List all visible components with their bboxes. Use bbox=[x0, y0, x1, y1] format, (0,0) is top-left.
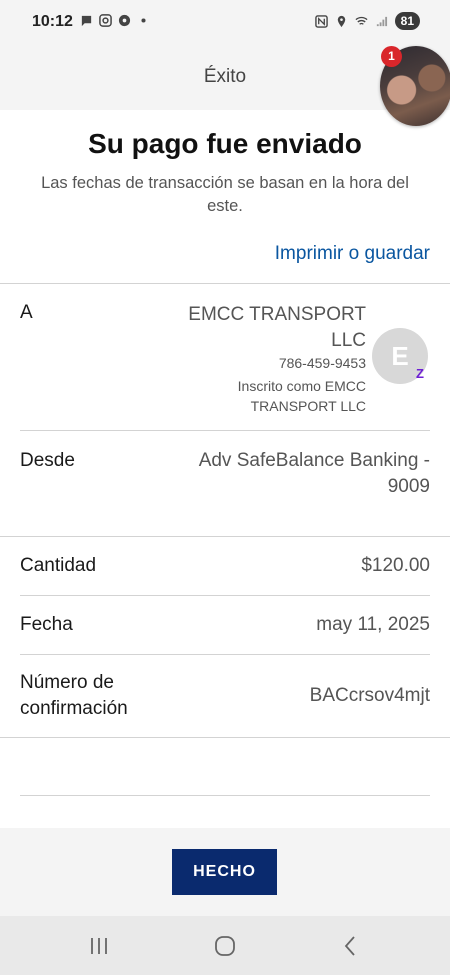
amount-value: $120.00 bbox=[361, 555, 430, 576]
success-title: Su pago fue enviado bbox=[88, 128, 362, 159]
divider bbox=[20, 430, 430, 431]
wifi-icon bbox=[355, 16, 368, 25]
recipient-name: EMCC TRANSPORT LLC bbox=[188, 304, 366, 351]
instagram-icon bbox=[99, 14, 112, 27]
notification-badge: 1 bbox=[381, 46, 402, 67]
confirmation-label: Número de confirmación bbox=[20, 672, 128, 719]
divider bbox=[0, 283, 450, 284]
back-icon[interactable] bbox=[339, 934, 363, 958]
dot-icon bbox=[141, 18, 146, 23]
soccer-ball-icon bbox=[118, 14, 131, 27]
date-value: may 11, 2025 bbox=[316, 614, 430, 635]
divider bbox=[20, 654, 430, 655]
recipient-label: A bbox=[20, 302, 33, 323]
divider bbox=[0, 737, 450, 738]
status-bar: 10:12 81 bbox=[0, 0, 450, 44]
location-icon bbox=[337, 15, 345, 27]
from-label: Desde bbox=[20, 450, 75, 471]
zelle-icon: Z bbox=[416, 366, 424, 381]
status-notification-icons bbox=[80, 14, 150, 27]
recent-apps-icon[interactable] bbox=[87, 934, 111, 958]
confirmation-number: BACcrsov4mjt bbox=[309, 685, 430, 706]
date-label: Fecha bbox=[20, 614, 73, 635]
status-time: 10:12 bbox=[32, 13, 73, 30]
battery-indicator: 81 bbox=[394, 12, 420, 30]
success-subtitle: Las fechas de transacción se basan en la… bbox=[41, 174, 409, 215]
amount-label: Cantidad bbox=[20, 555, 97, 576]
home-icon[interactable] bbox=[213, 934, 237, 958]
system-nav-bar bbox=[0, 916, 450, 975]
divider bbox=[0, 536, 450, 537]
recipient-enrolled-as: Inscrito como EMCC TRANSPORT LLC bbox=[237, 378, 366, 414]
message-icon bbox=[81, 15, 92, 27]
done-button[interactable]: HECHO bbox=[172, 849, 277, 895]
print-or-save-link[interactable]: Imprimir o guardar bbox=[275, 243, 430, 265]
recipient-phone: 786-459-9453 bbox=[278, 355, 366, 371]
profile-avatar-button[interactable]: 1 bbox=[380, 46, 450, 126]
divider bbox=[20, 595, 430, 596]
signal-icon bbox=[376, 16, 387, 26]
from-account: Adv SafeBalance Banking - 9009 bbox=[198, 450, 430, 497]
status-system-icons: 81 bbox=[314, 12, 420, 30]
nfc-icon bbox=[314, 14, 328, 28]
divider bbox=[20, 795, 430, 796]
